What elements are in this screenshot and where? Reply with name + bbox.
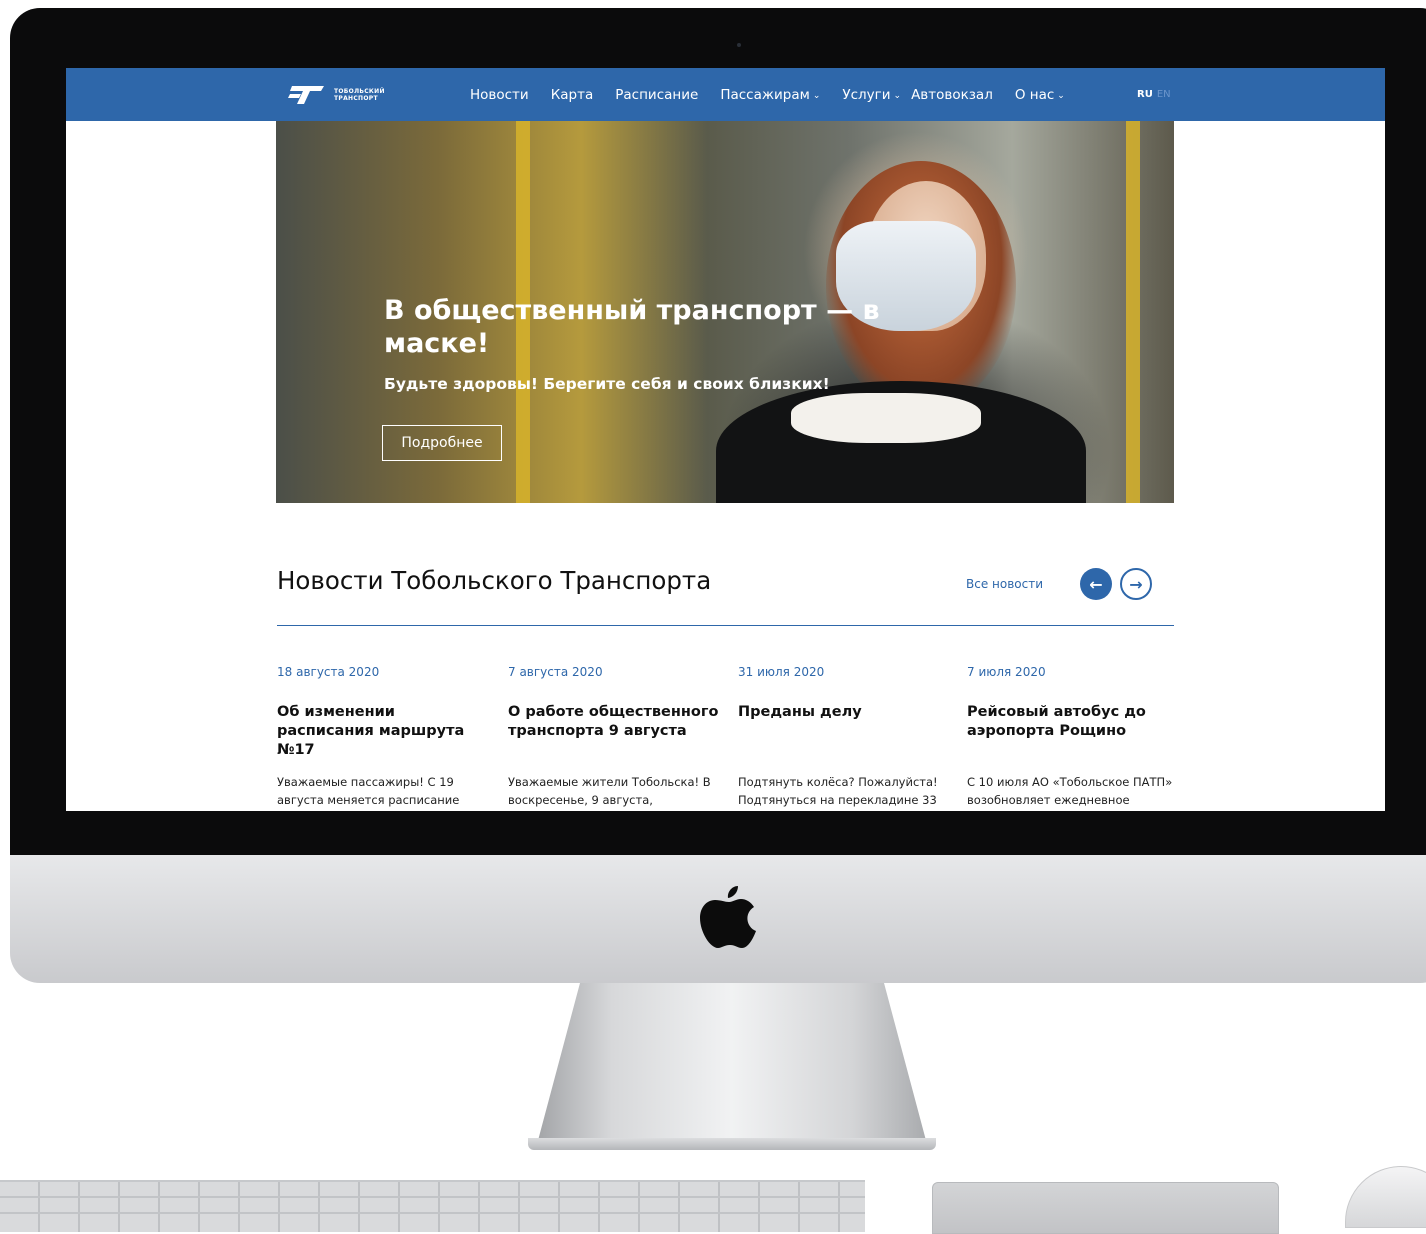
news-headline[interactable]: Преданы делу: [738, 703, 953, 763]
lang-en[interactable]: EN: [1157, 89, 1171, 100]
news-headline[interactable]: О работе общественного транспорта 9 авгу…: [508, 703, 723, 763]
nav-label: О нас: [1014, 86, 1055, 103]
nav-item-news[interactable]: Новости: [470, 87, 529, 103]
arrow-left-icon: ←: [1089, 574, 1103, 594]
apple-logo-icon: [700, 886, 756, 948]
nav-item-passengers[interactable]: Пассажирам ⌄: [720, 87, 820, 103]
lang-ru[interactable]: RU: [1137, 89, 1153, 100]
news-excerpt: Уважаемые пассажиры! С 19 августа меняет…: [277, 775, 460, 807]
camera-icon: [737, 43, 741, 47]
news-excerpt: Подтянуть колёса? Пожалуйста! Подтянутьс…: [738, 775, 938, 807]
next-news-button[interactable]: →: [1120, 568, 1152, 600]
top-navigation: ТОБОЛЬСКИЙ ТРАНСПОРТ Новости Карта Распи…: [66, 68, 1385, 121]
more-button[interactable]: Подробнее: [382, 425, 502, 461]
nav-item-about[interactable]: О нас ⌄: [1015, 87, 1065, 103]
nav-label: Автовокзал: [911, 86, 993, 103]
nav-label: Услуги: [842, 86, 891, 103]
chevron-down-icon: ⌄: [1057, 90, 1065, 101]
news-excerpt: Уважаемые жители Тобольска! В воскресень…: [508, 775, 711, 807]
nav-label: Новости: [470, 86, 529, 103]
hero-photo-collar: [791, 393, 981, 443]
arrow-right-icon: →: [1129, 574, 1143, 594]
mouse: [1345, 1166, 1426, 1228]
nav-label: Карта: [550, 86, 594, 103]
news-card[interactable]: 7 июля 2020 Рейсовый автобус до аэропорт…: [967, 665, 1182, 809]
news-date: 7 августа 2020: [508, 665, 603, 679]
nav-label: Пассажирам: [720, 86, 810, 103]
nav-item-services[interactable]: Услуги ⌄: [842, 87, 901, 103]
keyboard-row: [0, 1196, 865, 1198]
logo-text: ТОБОЛЬСКИЙ ТРАНСПОРТ: [334, 88, 385, 102]
nav-item-bus-station[interactable]: Автовокзал: [911, 87, 993, 103]
nav-item-map[interactable]: Карта: [551, 87, 594, 103]
hero-title: В общественный транспорт — в маске!: [384, 295, 880, 359]
nav-label: Расписание: [615, 86, 699, 103]
keyboard: [0, 1180, 865, 1232]
news-card[interactable]: 18 августа 2020 Об изменении расписания …: [277, 665, 492, 809]
news-date: 31 июля 2020: [738, 665, 825, 679]
main-menu: Новости Карта Расписание Пассажирам ⌄ Усл…: [470, 68, 1087, 121]
section-divider: [277, 625, 1174, 626]
trackpad: [932, 1182, 1279, 1234]
nav-item-schedule[interactable]: Расписание: [615, 87, 698, 103]
language-switcher: RU EN: [1137, 89, 1171, 100]
hero-subtitle: Будьте здоровы! Берегите себя и своих бл…: [384, 375, 830, 393]
news-headline[interactable]: Об изменении расписания маршрута №17: [277, 703, 492, 763]
chevron-down-icon: ⌄: [812, 90, 821, 101]
news-date: 7 июля 2020: [967, 665, 1046, 679]
logo-icon: [288, 86, 324, 104]
chevron-down-icon: ⌄: [893, 90, 902, 101]
hero-banner: В общественный транспорт — в маске! Будь…: [276, 121, 1174, 503]
news-date: 18 августа 2020: [277, 665, 380, 679]
news-headline[interactable]: Рейсовый автобус до аэропорта Рощино: [967, 703, 1182, 763]
prev-news-button[interactable]: ←: [1080, 568, 1112, 600]
news-card[interactable]: 31 июля 2020 Преданы делу Подтянуть колё…: [738, 665, 953, 809]
handrail-pole: [1126, 121, 1140, 503]
keyboard-row: [0, 1212, 865, 1214]
all-news-link[interactable]: Все новости: [966, 577, 1043, 591]
monitor-stand-base: [528, 1138, 936, 1150]
news-excerpt: С 10 июля АО «Тобольское ПАТП» возобновл…: [967, 775, 1173, 807]
news-section-title: Новости Тобольского Транспорта: [277, 566, 712, 595]
site-logo[interactable]: ТОБОЛЬСКИЙ ТРАНСПОРТ: [288, 84, 386, 106]
news-card[interactable]: 7 августа 2020 О работе общественного тр…: [508, 665, 723, 809]
monitor-stand: [536, 983, 928, 1148]
browser-screen: ТОБОЛЬСКИЙ ТРАНСПОРТ Новости Карта Распи…: [66, 68, 1385, 811]
